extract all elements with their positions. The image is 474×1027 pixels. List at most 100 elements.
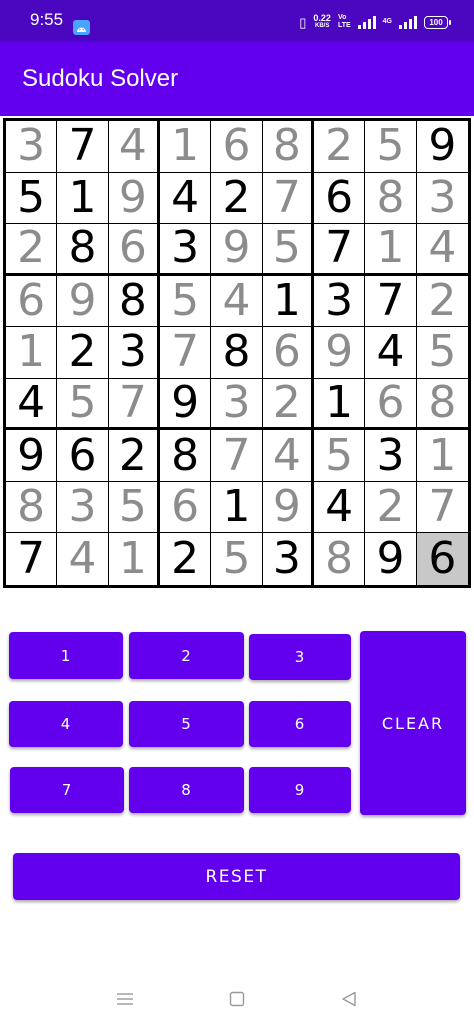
sudoku-cell-r4c1[interactable]: 6 — [6, 275, 58, 328]
sudoku-cell-r1c5[interactable]: 6 — [211, 121, 263, 173]
home-icon[interactable] — [229, 991, 245, 1011]
sudoku-cell-r9c1[interactable]: 7 — [6, 533, 58, 585]
digit-7-button[interactable]: 7 — [10, 767, 124, 813]
sudoku-cell-r8c1[interactable]: 8 — [6, 481, 58, 534]
sudoku-cell-r2c7[interactable]: 6 — [313, 172, 366, 225]
network-type: 4G — [382, 18, 392, 25]
sudoku-cell-r7c6[interactable]: 4 — [262, 430, 314, 482]
sudoku-cell-r9c4[interactable]: 2 — [160, 533, 212, 585]
sudoku-cell-r6c2[interactable]: 5 — [57, 378, 109, 431]
sudoku-cell-r6c7[interactable]: 1 — [313, 378, 366, 431]
back-icon[interactable] — [341, 991, 357, 1011]
digit-5-button[interactable]: 5 — [129, 701, 244, 747]
sudoku-cell-r3c6[interactable]: 5 — [262, 224, 314, 276]
sudoku-cell-r7c8[interactable]: 3 — [365, 430, 417, 482]
sudoku-cell-r1c8[interactable]: 5 — [365, 121, 417, 173]
sudoku-cell-r1c4[interactable]: 1 — [159, 121, 212, 173]
sudoku-cell-r9c5[interactable]: 5 — [211, 533, 263, 585]
sudoku-cell-r6c8[interactable]: 6 — [365, 378, 417, 431]
sudoku-cell-r8c3[interactable]: 5 — [108, 481, 160, 534]
sudoku-cell-r1c7[interactable]: 2 — [313, 121, 366, 173]
sudoku-cell-r3c5[interactable]: 9 — [211, 224, 263, 276]
sudoku-cell-r4c3[interactable]: 8 — [108, 275, 160, 328]
sudoku-cell-r1c1[interactable]: 3 — [6, 121, 58, 173]
digit-8-button[interactable]: 8 — [129, 767, 244, 813]
sudoku-cell-r2c8[interactable]: 8 — [365, 172, 417, 225]
sudoku-cell-r2c1[interactable]: 5 — [6, 172, 58, 225]
signal-icon — [357, 15, 376, 29]
sudoku-cell-r2c6[interactable]: 7 — [262, 172, 314, 225]
android-notification-icon — [73, 20, 90, 35]
sudoku-cell-r4c8[interactable]: 7 — [365, 275, 417, 328]
sudoku-cell-r5c9[interactable]: 5 — [416, 327, 468, 379]
sudoku-cell-r5c2[interactable]: 2 — [57, 327, 109, 379]
sudoku-cell-r2c3[interactable]: 9 — [108, 172, 160, 225]
sudoku-cell-r6c1[interactable]: 4 — [6, 378, 58, 431]
sudoku-cell-r8c5[interactable]: 1 — [211, 481, 263, 534]
sudoku-cell-r7c2[interactable]: 6 — [57, 430, 109, 482]
digit-3-button[interactable]: 3 — [249, 634, 351, 680]
menu-icon[interactable] — [116, 991, 134, 1010]
sudoku-cell-r1c3[interactable]: 4 — [108, 121, 160, 173]
sudoku-cell-r7c4[interactable]: 8 — [159, 430, 212, 482]
sudoku-cell-r6c9[interactable]: 8 — [416, 379, 468, 431]
sudoku-cell-r6c3[interactable]: 7 — [108, 378, 160, 431]
sudoku-cell-r4c4[interactable]: 5 — [159, 275, 212, 328]
sudoku-cell-r4c2[interactable]: 9 — [57, 275, 109, 328]
sudoku-cell-r8c9[interactable]: 7 — [416, 482, 468, 534]
sudoku-cell-r5c5[interactable]: 8 — [211, 327, 263, 379]
sudoku-cell-r5c6[interactable]: 6 — [262, 327, 314, 379]
sudoku-cell-r6c5[interactable]: 3 — [211, 378, 263, 431]
sudoku-cell-r2c5[interactable]: 2 — [211, 172, 263, 225]
sudoku-cell-r8c7[interactable]: 4 — [313, 481, 366, 534]
sudoku-cell-r7c5[interactable]: 7 — [211, 430, 263, 482]
clear-button[interactable]: CLEAR — [360, 631, 466, 815]
sudoku-cell-r7c7[interactable]: 5 — [313, 430, 366, 482]
sudoku-cell-r8c8[interactable]: 2 — [365, 481, 417, 534]
sudoku-cell-r3c7[interactable]: 7 — [313, 224, 366, 276]
sudoku-cell-r1c2[interactable]: 7 — [57, 121, 109, 173]
sudoku-cell-r8c2[interactable]: 3 — [57, 481, 109, 534]
digit-9-button[interactable]: 9 — [249, 767, 351, 813]
sudoku-cell-r6c4[interactable]: 9 — [159, 378, 212, 431]
sudoku-cell-r2c9[interactable]: 3 — [416, 173, 468, 225]
sudoku-cell-r3c1[interactable]: 2 — [6, 224, 58, 276]
digit-6-button[interactable]: 6 — [249, 701, 351, 747]
sudoku-cell-r3c8[interactable]: 1 — [365, 224, 417, 276]
sudoku-cell-r3c9[interactable]: 4 — [416, 224, 468, 276]
sudoku-cell-r9c7[interactable]: 8 — [314, 533, 366, 585]
sudoku-cell-r2c4[interactable]: 4 — [159, 172, 212, 225]
sudoku-cell-r3c4[interactable]: 3 — [159, 224, 212, 276]
sudoku-cell-r3c2[interactable]: 8 — [57, 224, 109, 276]
sudoku-cell-r5c1[interactable]: 1 — [6, 327, 58, 379]
sudoku-cell-r5c4[interactable]: 7 — [159, 327, 212, 379]
sudoku-cell-r1c9[interactable]: 9 — [416, 121, 468, 173]
battery-icon: 100 — [424, 15, 451, 29]
sudoku-cell-r9c2[interactable]: 4 — [57, 533, 109, 585]
sudoku-cell-r8c4[interactable]: 6 — [159, 481, 212, 534]
sudoku-cell-r4c7[interactable]: 3 — [313, 275, 366, 328]
digit-4-button[interactable]: 4 — [9, 701, 123, 747]
sudoku-cell-r1c6[interactable]: 8 — [262, 121, 314, 173]
sudoku-cell-r9c9[interactable]: 6 — [416, 533, 468, 585]
sudoku-cell-r8c6[interactable]: 9 — [262, 481, 314, 534]
sudoku-cell-r7c3[interactable]: 2 — [108, 430, 160, 482]
sudoku-cell-r3c3[interactable]: 6 — [108, 224, 160, 276]
sudoku-cell-r4c5[interactable]: 4 — [211, 275, 263, 328]
sudoku-cell-r7c9[interactable]: 1 — [416, 430, 468, 482]
digit-2-button[interactable]: 2 — [129, 632, 244, 679]
sudoku-cell-r9c6[interactable]: 3 — [263, 533, 314, 585]
sudoku-cell-r5c8[interactable]: 4 — [365, 327, 417, 379]
sudoku-cell-r5c7[interactable]: 9 — [313, 327, 366, 379]
sudoku-cell-r7c1[interactable]: 9 — [6, 430, 58, 482]
digit-1-button[interactable]: 1 — [9, 632, 123, 679]
sudoku-cell-r9c8[interactable]: 9 — [365, 533, 417, 585]
sudoku-cell-r4c9[interactable]: 2 — [416, 276, 468, 328]
signal-icon-2 — [399, 15, 417, 29]
reset-button[interactable]: RESET — [13, 853, 460, 900]
sudoku-cell-r2c2[interactable]: 1 — [57, 172, 109, 225]
sudoku-cell-r6c6[interactable]: 2 — [262, 378, 314, 431]
sudoku-cell-r4c6[interactable]: 1 — [262, 275, 314, 328]
sudoku-cell-r5c3[interactable]: 3 — [108, 327, 160, 379]
sudoku-cell-r9c3[interactable]: 1 — [109, 533, 160, 585]
